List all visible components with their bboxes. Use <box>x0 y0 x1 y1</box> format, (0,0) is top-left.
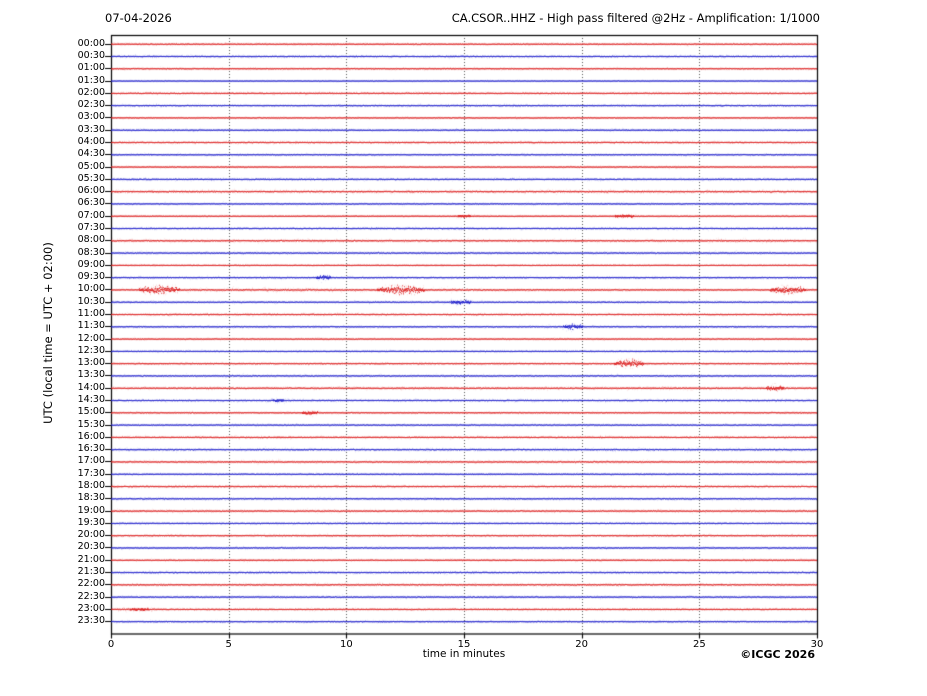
y-tick-label-14-00: 14:00 <box>55 383 105 393</box>
y-tick-label-20-00: 20:00 <box>55 530 105 540</box>
y-tick-label-07-30: 07:30 <box>55 223 105 233</box>
y-tick-label-16-00: 16:00 <box>55 432 105 442</box>
y-tick-label-18-30: 18:30 <box>55 493 105 503</box>
y-tick-label-01-00: 01:00 <box>55 63 105 73</box>
y-tick-label-13-30: 13:30 <box>55 370 105 380</box>
helicorder-canvas <box>0 0 927 696</box>
y-tick-label-12-30: 12:30 <box>55 346 105 356</box>
x-tick-label-25: 25 <box>684 639 714 650</box>
y-tick-label-16-30: 16:30 <box>55 444 105 454</box>
y-tick-label-23-30: 23:30 <box>55 616 105 626</box>
y-tick-label-07-00: 07:00 <box>55 211 105 221</box>
y-tick-label-12-00: 12:00 <box>55 334 105 344</box>
y-tick-label-03-30: 03:30 <box>55 125 105 135</box>
y-tick-label-09-00: 09:00 <box>55 260 105 270</box>
y-tick-label-00-00: 00:00 <box>55 39 105 49</box>
helicorder-figure: 07-04-2026 CA.CSOR..HHZ - High pass filt… <box>0 0 927 696</box>
y-tick-label-22-30: 22:30 <box>55 592 105 602</box>
y-tick-label-22-00: 22:00 <box>55 579 105 589</box>
y-tick-label-08-00: 08:00 <box>55 235 105 245</box>
y-tick-label-23-00: 23:00 <box>55 604 105 614</box>
y-tick-label-19-30: 19:30 <box>55 518 105 528</box>
y-tick-label-02-30: 02:30 <box>55 100 105 110</box>
y-tick-label-18-00: 18:00 <box>55 481 105 491</box>
y-tick-label-11-30: 11:30 <box>55 321 105 331</box>
x-tick-label-0: 0 <box>96 639 126 650</box>
y-tick-label-06-00: 06:00 <box>55 186 105 196</box>
y-tick-label-06-30: 06:30 <box>55 198 105 208</box>
x-tick-label-15: 15 <box>449 639 479 650</box>
y-tick-label-14-30: 14:30 <box>55 395 105 405</box>
y-tick-label-10-00: 10:00 <box>55 284 105 294</box>
x-tick-label-10: 10 <box>331 639 361 650</box>
x-tick-label-30: 30 <box>802 639 832 650</box>
y-tick-label-05-00: 05:00 <box>55 162 105 172</box>
y-tick-label-17-00: 17:00 <box>55 456 105 466</box>
y-tick-label-21-30: 21:30 <box>55 567 105 577</box>
y-tick-label-10-30: 10:30 <box>55 297 105 307</box>
y-tick-label-19-00: 19:00 <box>55 506 105 516</box>
x-tick-label-20: 20 <box>567 639 597 650</box>
y-tick-label-15-00: 15:00 <box>55 407 105 417</box>
y-tick-label-02-00: 02:00 <box>55 88 105 98</box>
y-tick-label-09-30: 09:30 <box>55 272 105 282</box>
y-tick-label-00-30: 00:30 <box>55 51 105 61</box>
plot-title: CA.CSOR..HHZ - High pass filtered @2Hz -… <box>0 11 820 25</box>
y-tick-label-13-00: 13:00 <box>55 358 105 368</box>
y-tick-label-04-00: 04:00 <box>55 137 105 147</box>
y-tick-label-03-00: 03:00 <box>55 112 105 122</box>
x-tick-label-5: 5 <box>214 639 244 650</box>
y-tick-label-05-30: 05:30 <box>55 174 105 184</box>
y-tick-label-20-30: 20:30 <box>55 542 105 552</box>
y-tick-label-04-30: 04:30 <box>55 149 105 159</box>
y-tick-label-11-00: 11:00 <box>55 309 105 319</box>
y-axis-label: UTC (local time = UTC + 02:00) <box>41 163 55 503</box>
y-tick-label-17-30: 17:30 <box>55 469 105 479</box>
y-tick-label-01-30: 01:30 <box>55 76 105 86</box>
y-tick-label-15-30: 15:30 <box>55 420 105 430</box>
y-tick-label-08-30: 08:30 <box>55 248 105 258</box>
y-tick-label-21-00: 21:00 <box>55 555 105 565</box>
